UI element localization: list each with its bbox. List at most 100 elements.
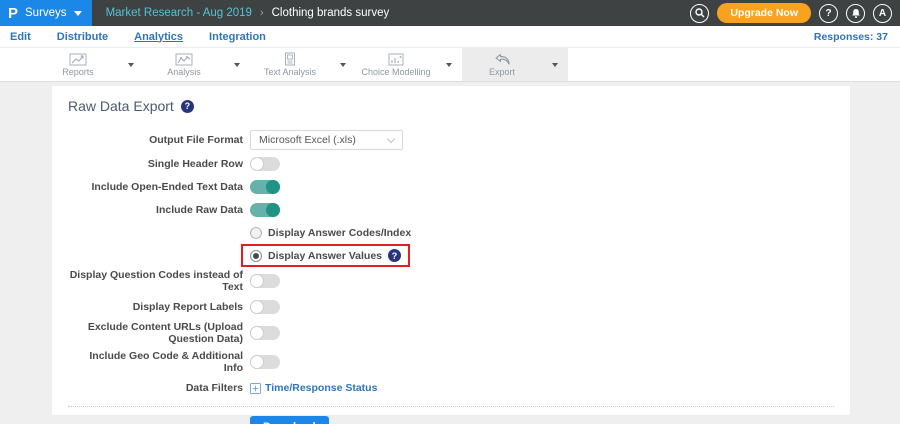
toolbar-group-choice-modelling: Choice Modelling — [356, 48, 462, 81]
toolbar-export[interactable]: Export — [462, 53, 542, 77]
top-bar: P Surveys Market Research - Aug 2019 › C… — [0, 0, 900, 26]
page-title: Raw Data Export — [68, 98, 174, 114]
question-codes-toggle[interactable] — [250, 274, 280, 288]
toolbar-analysis-label: Analysis — [167, 66, 201, 77]
search-icon — [695, 8, 705, 18]
breadcrumb-current: Clothing brands survey — [271, 7, 390, 19]
bell-icon — [851, 8, 860, 18]
notifications-button[interactable] — [846, 3, 865, 23]
output-file-format-select[interactable]: Microsoft Excel (.xls) — [250, 130, 403, 150]
toolbar-choice-modelling[interactable]: Choice Modelling — [356, 53, 436, 77]
output-file-format-row: Output File Format Microsoft Excel (.xls… — [68, 130, 834, 150]
question-codes-row: Display Question Codes instead of Text — [68, 269, 834, 293]
raw-data-export-help-icon[interactable]: ? — [180, 99, 194, 113]
toolbar-reports-label: Reports — [62, 66, 94, 77]
open-ended-text-toggle[interactable] — [250, 180, 280, 194]
exclude-content-urls-row: Exclude Content URLs (Upload Question Da… — [68, 321, 834, 345]
questionpro-logo: P — [8, 4, 19, 22]
analysis-dropdown[interactable] — [224, 62, 250, 67]
toolbar-reports[interactable]: Reports — [38, 53, 118, 77]
toggle-knob — [266, 180, 280, 194]
toolbar-export-label: Export — [488, 66, 515, 77]
geo-code-label: Include Geo Code & Additional Info — [89, 350, 243, 374]
plus-square-icon — [250, 382, 261, 394]
exclude-content-urls-label: Exclude Content URLs (Upload Question Da… — [87, 321, 243, 345]
toggle-knob — [250, 300, 264, 314]
single-header-row-toggle[interactable] — [250, 157, 280, 171]
data-filters-label: Data Filters — [185, 382, 243, 394]
toolbar-group-analysis: Analysis — [144, 48, 250, 81]
include-raw-data-row: Include Raw Data — [68, 201, 834, 219]
toggle-knob — [250, 157, 264, 171]
breadcrumb: Market Research - Aug 2019 › Clothing br… — [106, 7, 390, 19]
output-file-format-value: Microsoft Excel (.xls) — [259, 134, 356, 146]
divider — [68, 406, 834, 407]
responses-count[interactable]: Responses: 37 — [814, 31, 888, 43]
open-ended-text-label: Include Open-Ended Text Data — [91, 181, 244, 193]
time-response-status-label: Time/Response Status — [265, 382, 378, 394]
toolbar-text-analysis[interactable]: Text Analysis — [250, 52, 330, 77]
text-analysis-dropdown[interactable] — [330, 62, 356, 67]
answer-values-row: Display Answer Values ? — [68, 244, 834, 267]
breadcrumb-parent[interactable]: Market Research - Aug 2019 — [106, 7, 252, 19]
toggle-knob — [250, 355, 264, 369]
chevron-down-icon — [73, 10, 82, 16]
reports-dropdown[interactable] — [118, 62, 144, 67]
exclude-content-urls-toggle[interactable] — [250, 326, 280, 340]
question-codes-label: Display Question Codes instead of Text — [69, 269, 243, 293]
report-labels-toggle[interactable] — [250, 300, 280, 314]
upgrade-now-button[interactable]: Upgrade Now — [717, 3, 811, 23]
display-answer-codes-label: Display Answer Codes/Index — [268, 227, 412, 239]
geo-code-toggle[interactable] — [250, 355, 280, 369]
toggle-knob — [266, 203, 280, 217]
toolbar-analysis[interactable]: Analysis — [144, 53, 224, 77]
toolbar-text-analysis-label: Text Analysis — [263, 67, 317, 77]
analytics-toolbar: Reports Analysis Text Analysis Choice Mo… — [0, 48, 900, 82]
highlight-annotation-box: Display Answer Values ? — [241, 244, 410, 267]
breadcrumb-separator: › — [259, 7, 264, 19]
geo-code-row: Include Geo Code & Additional Info — [68, 350, 834, 374]
display-answer-values-radio[interactable] — [250, 249, 262, 262]
line-chart-icon — [69, 53, 87, 66]
toolbar-group-reports: Reports — [38, 48, 144, 81]
report-labels-row: Display Report Labels — [68, 298, 834, 316]
toolbar-group-text-analysis: Text Analysis — [250, 48, 356, 81]
app-name: Surveys — [25, 7, 67, 19]
report-labels-label: Display Report Labels — [132, 301, 243, 313]
chevron-down-icon — [234, 62, 240, 67]
answer-values-help-icon[interactable]: ? — [388, 249, 401, 262]
main-nav: Edit Distribute Analytics Integration Re… — [0, 26, 900, 48]
toolbar-choice-modelling-label: Choice Modelling — [361, 66, 431, 77]
nav-integration[interactable]: Integration — [209, 31, 266, 43]
topbar-actions: Upgrade Now ? A — [690, 3, 900, 23]
nav-analytics[interactable]: Analytics — [134, 31, 183, 43]
export-arrow-icon — [494, 53, 511, 66]
chevron-down-icon — [340, 62, 346, 67]
display-answer-values-label: Display Answer Values — [268, 249, 382, 262]
document-icon — [283, 52, 297, 66]
raw-data-export-panel: Raw Data Export ? Output File Format Mic… — [52, 86, 850, 424]
display-answer-codes-radio[interactable] — [250, 227, 262, 239]
brand-block[interactable]: P Surveys — [0, 0, 92, 26]
avatar[interactable]: A — [873, 3, 892, 23]
toolbar-group-export: Export — [462, 48, 568, 81]
toggle-knob — [250, 274, 264, 288]
time-response-status-link[interactable]: Time/Response Status — [250, 382, 377, 394]
chevron-down-icon — [552, 62, 558, 67]
open-ended-text-row: Include Open-Ended Text Data — [68, 178, 834, 196]
output-file-format-label: Output File Format — [149, 134, 243, 146]
download-button[interactable]: Download — [250, 416, 329, 424]
export-dropdown[interactable] — [542, 62, 568, 67]
search-button[interactable] — [690, 3, 710, 23]
nav-edit[interactable]: Edit — [10, 31, 31, 43]
chevron-down-icon — [386, 134, 396, 143]
data-filters-row: Data Filters Time/Response Status — [68, 379, 834, 397]
help-button[interactable]: ? — [819, 3, 838, 23]
choice-modelling-dropdown[interactable] — [436, 62, 462, 67]
nav-distribute[interactable]: Distribute — [57, 31, 108, 43]
panel-header: Raw Data Export ? — [68, 98, 834, 114]
chevron-down-icon — [128, 62, 134, 67]
single-header-row: Single Header Row — [68, 155, 834, 173]
include-raw-data-toggle[interactable] — [250, 203, 280, 217]
include-raw-data-label: Include Raw Data — [156, 204, 243, 216]
